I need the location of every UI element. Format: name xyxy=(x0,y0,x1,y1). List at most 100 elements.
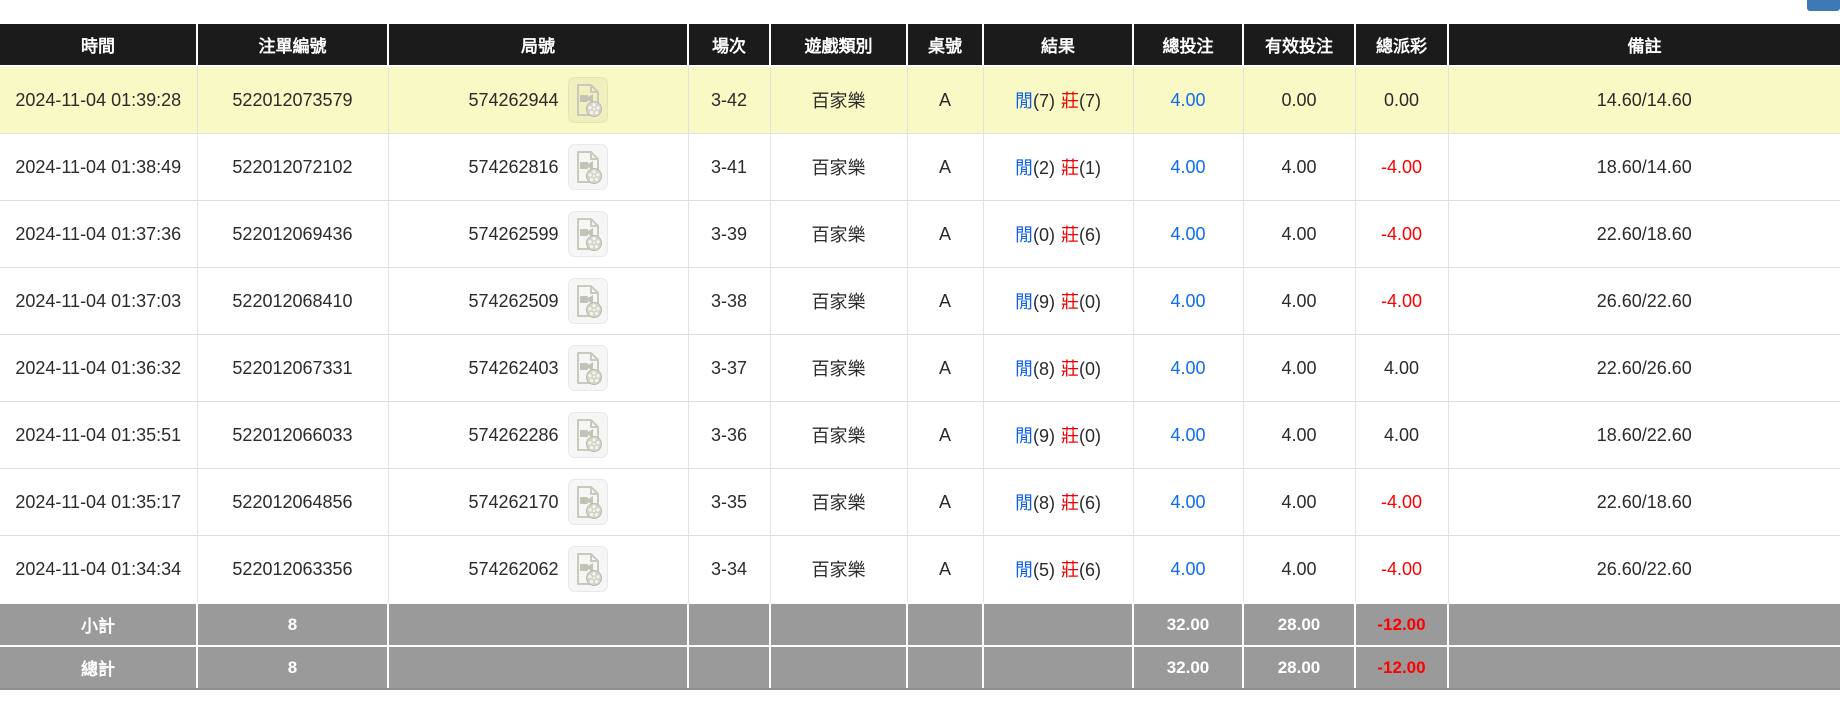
round-number: 574262509 xyxy=(468,291,558,312)
result-cell: 閒(5)莊(6) xyxy=(983,536,1133,604)
payout-cell: 4.00 xyxy=(1355,402,1448,469)
summary-empty-round xyxy=(388,646,688,689)
table-no-cell: A xyxy=(907,134,983,201)
video-record-icon xyxy=(568,479,608,525)
video-record-button[interactable] xyxy=(568,278,608,324)
video-record-button[interactable] xyxy=(568,144,608,190)
total-bet-cell: 4.00 xyxy=(1133,66,1243,134)
col-header-time: 時間 xyxy=(0,24,197,66)
result-banker-label: 莊 xyxy=(1061,158,1079,178)
total-bet-cell: 4.00 xyxy=(1133,201,1243,268)
session-cell: 3-38 xyxy=(688,268,770,335)
video-record-button[interactable] xyxy=(568,412,608,458)
round-number: 574262286 xyxy=(468,425,558,446)
result-banker-value: (0) xyxy=(1079,426,1101,446)
video-record-button[interactable] xyxy=(568,77,608,123)
partial-top-button[interactable] xyxy=(1807,0,1840,11)
video-record-button[interactable] xyxy=(568,546,608,592)
session-cell: 3-39 xyxy=(688,201,770,268)
result-cell: 閒(9)莊(0) xyxy=(983,402,1133,469)
result-player-value: (2) xyxy=(1033,158,1055,178)
col-header-result: 結果 xyxy=(983,24,1133,66)
total-bet-link[interactable]: 4.00 xyxy=(1170,492,1205,512)
result-player-label: 閒 xyxy=(1015,158,1033,178)
remark-cell: 14.60/14.60 xyxy=(1448,66,1840,134)
payout-cell: -4.00 xyxy=(1355,134,1448,201)
total-bet-link[interactable]: 4.00 xyxy=(1170,157,1205,177)
round-number: 574262599 xyxy=(468,224,558,245)
valid-bet-cell: 4.00 xyxy=(1243,134,1355,201)
bet-id-cell: 522012069436 xyxy=(197,201,388,268)
result-banker-label: 莊 xyxy=(1061,91,1079,111)
remark-cell: 26.60/22.60 xyxy=(1448,268,1840,335)
total-bet-link[interactable]: 4.00 xyxy=(1170,224,1205,244)
summary-empty-session xyxy=(688,603,770,646)
result-player-label: 閒 xyxy=(1015,292,1033,312)
round-cell: 574262816 xyxy=(388,134,688,201)
table-row: 2024-11-04 01:35:51 522012066033 5742622… xyxy=(0,402,1840,469)
video-record-button[interactable] xyxy=(568,479,608,525)
time-cell: 2024-11-04 01:37:36 xyxy=(0,201,197,268)
total-bet-link[interactable]: 4.00 xyxy=(1170,291,1205,311)
summary-empty-session xyxy=(688,646,770,689)
col-header-round-id: 局號 xyxy=(388,24,688,66)
video-record-icon xyxy=(568,77,608,123)
video-record-icon xyxy=(568,412,608,458)
total-bet-cell: 4.00 xyxy=(1133,268,1243,335)
session-cell: 3-41 xyxy=(688,134,770,201)
result-banker-label: 莊 xyxy=(1061,292,1079,312)
bet-id-cell: 522012073579 xyxy=(197,66,388,134)
time-cell: 2024-11-04 01:35:51 xyxy=(0,402,197,469)
game-type-cell: 百家樂 xyxy=(770,268,907,335)
game-type-cell: 百家樂 xyxy=(770,536,907,604)
session-cell: 3-34 xyxy=(688,536,770,604)
summary-empty-game xyxy=(770,603,907,646)
round-cell: 574262170 xyxy=(388,469,688,536)
time-cell: 2024-11-04 01:37:03 xyxy=(0,268,197,335)
result-banker-label: 莊 xyxy=(1061,225,1079,245)
session-cell: 3-37 xyxy=(688,335,770,402)
video-record-icon xyxy=(568,144,608,190)
table-no-cell: A xyxy=(907,201,983,268)
result-player-value: (9) xyxy=(1033,292,1055,312)
total-bet-link[interactable]: 4.00 xyxy=(1170,358,1205,378)
bet-id-cell: 522012068410 xyxy=(197,268,388,335)
result-player-value: (5) xyxy=(1033,560,1055,580)
summary-label-cell: 總計 xyxy=(0,646,197,689)
col-header-game-type: 遊戲類別 xyxy=(770,24,907,66)
round-number: 574262062 xyxy=(468,559,558,580)
payout-cell: 4.00 xyxy=(1355,335,1448,402)
video-record-button[interactable] xyxy=(568,345,608,391)
col-header-session: 場次 xyxy=(688,24,770,66)
col-header-payout: 總派彩 xyxy=(1355,24,1448,66)
round-cell: 574262403 xyxy=(388,335,688,402)
summary-payout-cell: -12.00 xyxy=(1355,603,1448,646)
remark-cell: 26.60/22.60 xyxy=(1448,536,1840,604)
result-cell: 閒(8)莊(0) xyxy=(983,335,1133,402)
valid-bet-cell: 4.00 xyxy=(1243,268,1355,335)
total-bet-link[interactable]: 4.00 xyxy=(1170,425,1205,445)
time-cell: 2024-11-04 01:38:49 xyxy=(0,134,197,201)
total-bet-link[interactable]: 4.00 xyxy=(1170,559,1205,579)
result-banker-value: (0) xyxy=(1079,359,1101,379)
video-record-button[interactable] xyxy=(568,211,608,257)
table-no-cell: A xyxy=(907,469,983,536)
round-cell: 574262062 xyxy=(388,536,688,604)
table-header: 時間 注單編號 局號 場次 遊戲類別 桌號 結果 總投注 有效投注 總派彩 備註 xyxy=(0,24,1840,66)
table-no-cell: A xyxy=(907,402,983,469)
valid-bet-cell: 4.00 xyxy=(1243,402,1355,469)
total-bet-link[interactable]: 4.00 xyxy=(1170,90,1205,110)
summary-empty-game xyxy=(770,646,907,689)
payout-cell: -4.00 xyxy=(1355,268,1448,335)
table-row: 2024-11-04 01:37:03 522012068410 5742625… xyxy=(0,268,1840,335)
remark-cell: 22.60/18.60 xyxy=(1448,469,1840,536)
video-record-icon xyxy=(568,278,608,324)
result-player-value: (9) xyxy=(1033,426,1055,446)
result-cell: 閒(9)莊(0) xyxy=(983,268,1133,335)
total-bet-cell: 4.00 xyxy=(1133,402,1243,469)
result-cell: 閒(7)莊(7) xyxy=(983,66,1133,134)
valid-bet-cell: 4.00 xyxy=(1243,335,1355,402)
session-cell: 3-42 xyxy=(688,66,770,134)
summary-empty-table xyxy=(907,646,983,689)
game-type-cell: 百家樂 xyxy=(770,134,907,201)
